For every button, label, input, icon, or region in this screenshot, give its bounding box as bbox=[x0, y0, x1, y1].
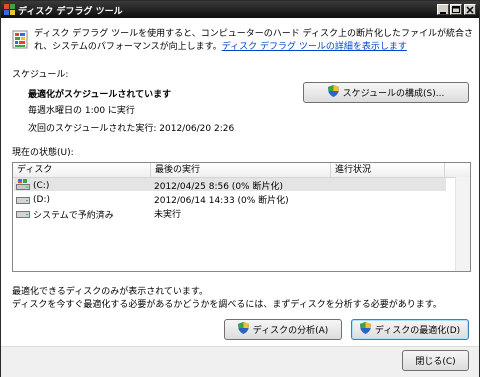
uac-shield-icon bbox=[327, 85, 339, 100]
schedule-next-run: 次回のスケジュールされた実行: 2012/06/20 2:26 bbox=[28, 124, 235, 134]
analyze-disk-label: ディスクの分析(A) bbox=[252, 326, 329, 336]
disk-name: (C:) bbox=[33, 181, 50, 191]
current-status-heading: 現在の状態(U): bbox=[12, 148, 74, 158]
window-title: ディスク デフラグ ツール bbox=[18, 7, 123, 17]
close-window-button[interactable] bbox=[464, 4, 476, 15]
disk-last-run: 未実行 bbox=[154, 210, 182, 220]
defragment-disk-label: ディスクの最適化(D) bbox=[374, 326, 461, 336]
schedule-status: 最適化がスケジュールされています bbox=[28, 90, 172, 100]
close-button[interactable]: 閉じる(C) bbox=[402, 350, 469, 371]
disk-last-run: 2012/04/25 8:56 (0% 断片化) bbox=[154, 182, 283, 192]
disk-name: (D:) bbox=[33, 195, 50, 205]
analyze-disk-button[interactable]: ディスクの分析(A) bbox=[224, 319, 342, 340]
footer-note-line1: 最適化できるディスクのみが表示されています。 bbox=[12, 287, 209, 297]
disk-list[interactable]: ディスク 最後の実行 進行状況 (C:) 2012/04/25 8:56 (0%… bbox=[12, 162, 471, 272]
intro-text: ディスク デフラグ ツールを使用すると、コンピューターのハード ディスク上の断片… bbox=[34, 28, 474, 54]
list-scrollbar[interactable] bbox=[455, 177, 470, 271]
close-icon bbox=[466, 6, 474, 14]
minimize-icon bbox=[440, 12, 446, 14]
column-progress[interactable]: 進行状況 bbox=[331, 163, 445, 177]
list-header: ディスク 最後の実行 進行状況 bbox=[13, 163, 470, 178]
defrag-app-icon bbox=[4, 4, 15, 15]
uac-shield-icon bbox=[237, 322, 249, 337]
schedule-frequency: 毎週水曜日の 1:00 に実行 bbox=[28, 106, 135, 116]
disk-row[interactable]: (C:) 2012/04/25 8:56 (0% 断片化) bbox=[14, 178, 446, 193]
close-button-label: 閉じる(C) bbox=[415, 357, 456, 367]
details-link[interactable]: ディスク デフラグ ツールの詳細を表示します bbox=[222, 42, 407, 52]
defrag-header-icon bbox=[12, 30, 30, 53]
drive-icon bbox=[16, 193, 30, 207]
title-bar[interactable]: ディスク デフラグ ツール bbox=[1, 1, 479, 18]
schedule-heading: スケジュール: bbox=[12, 70, 69, 80]
defrag-window: ディスク デフラグ ツール ディスク デフラグ ツールを使用すると、コンピュータ… bbox=[0, 0, 480, 377]
footer-note-line2: ディスクを今すぐ最適化する必要があるかどうかを調べるには、まずディスクを分析する… bbox=[12, 300, 442, 310]
uac-shield-icon bbox=[359, 322, 371, 337]
configure-schedule-label: スケジュールの構成(S)... bbox=[342, 89, 445, 99]
configure-schedule-button[interactable]: スケジュールの構成(S)... bbox=[303, 82, 469, 103]
disk-name: システムで予約済み bbox=[33, 210, 114, 221]
disk-row[interactable]: システムで予約済み 未実行 bbox=[14, 206, 446, 221]
maximize-icon bbox=[452, 6, 460, 13]
column-disk[interactable]: ディスク bbox=[13, 163, 151, 177]
minimize-button[interactable] bbox=[437, 4, 449, 15]
disk-row[interactable]: (D:) 2012/06/14 14:33 (0% 断片化) bbox=[14, 192, 446, 207]
column-last-run[interactable]: 最後の実行 bbox=[151, 163, 331, 177]
defragment-disk-button[interactable]: ディスクの最適化(D) bbox=[351, 319, 469, 340]
system-drive-icon bbox=[16, 179, 30, 193]
drive-icon bbox=[16, 207, 30, 221]
maximize-button[interactable] bbox=[450, 4, 462, 15]
disk-last-run: 2012/06/14 14:33 (0% 断片化) bbox=[154, 196, 289, 206]
